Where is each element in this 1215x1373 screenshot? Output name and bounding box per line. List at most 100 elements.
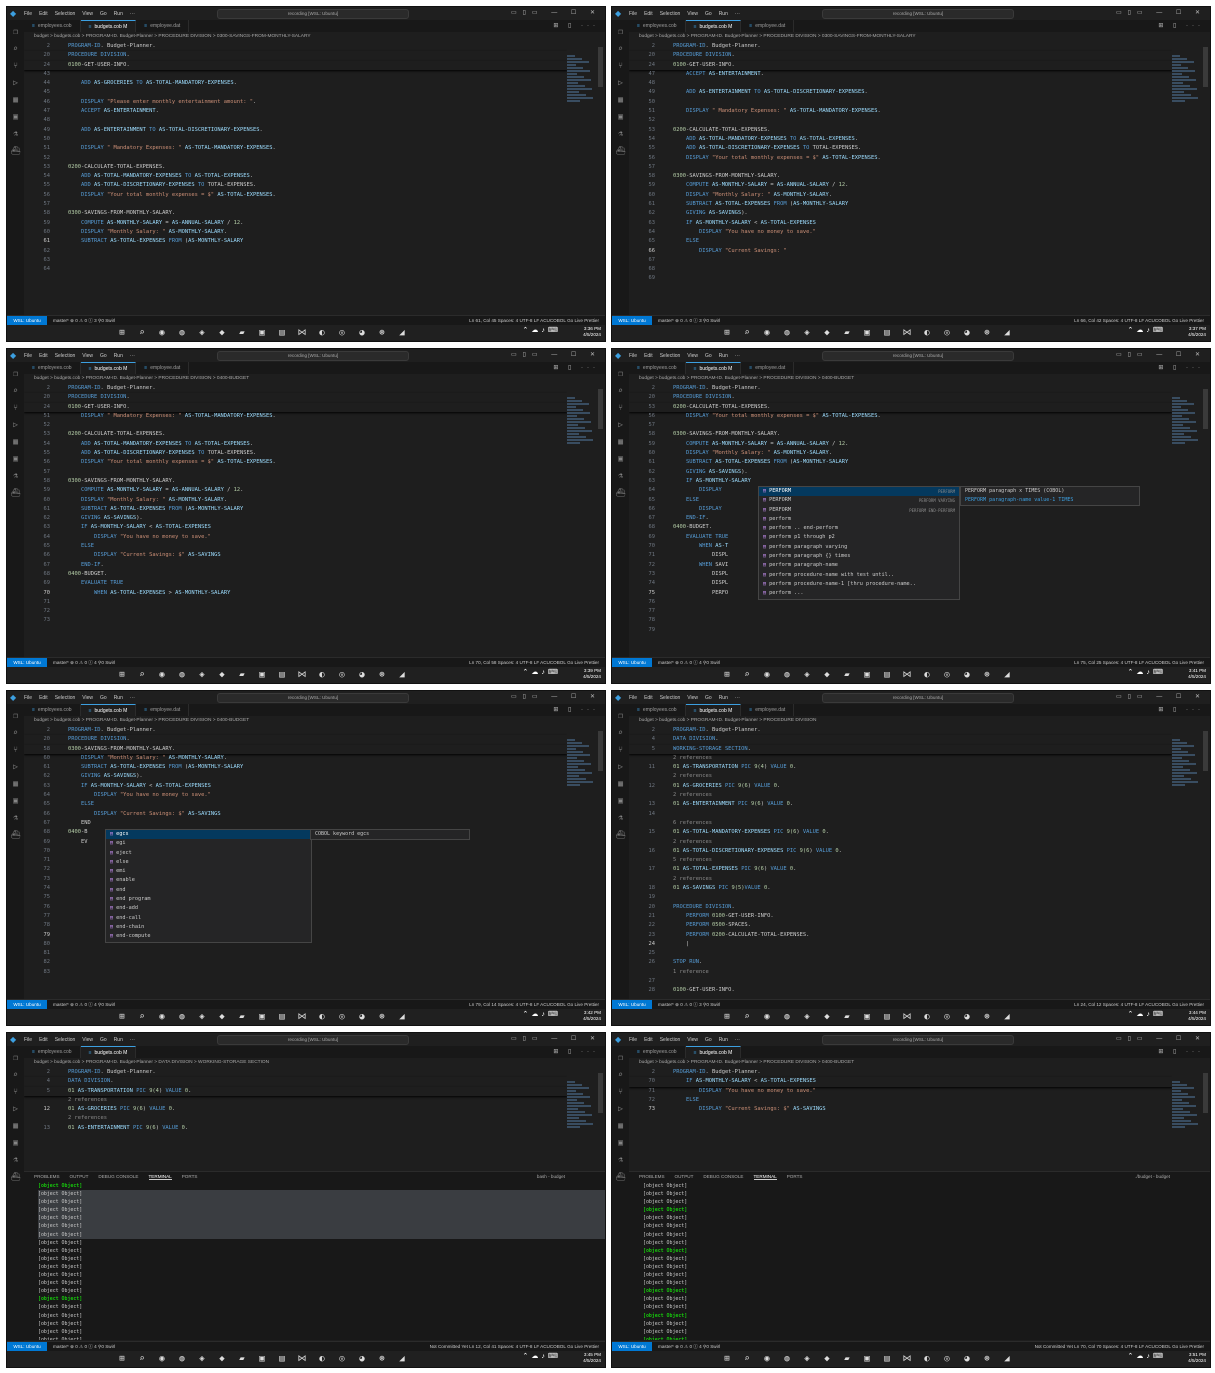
swirl-status[interactable]: Swirl [105,318,115,323]
editor-tab[interactable]: ≡ employees.cob [629,704,686,716]
app-icon[interactable]: ◕ [962,670,972,680]
app-icon[interactable]: ⊛ [377,670,387,680]
suggest-item[interactable]: ▤ end [106,886,311,895]
app-icon[interactable]: ▣ [862,1012,872,1022]
menu-item[interactable]: Run [114,353,123,359]
remote-explorer-icon[interactable]: ▣ [616,796,626,806]
minimap[interactable] [1172,397,1200,457]
app-icon[interactable]: ◆ [822,670,832,680]
extensions-icon[interactable]: ▦ [11,95,21,105]
menu-item[interactable]: Go [705,695,712,701]
command-center-search[interactable]: recording [WSL: Ubuntu] [217,351,409,361]
app-icon[interactable]: ◐ [317,670,327,680]
terminal[interactable]: [object Object] [object Object] [object Ob… [629,1182,1210,1340]
source-control-icon[interactable]: ⑂ [616,1087,626,1097]
problems-status[interactable]: ⊗ 0 ⚠ 0 ⓘ 4 [675,660,702,665]
editor-scrollbar[interactable] [1203,389,1208,429]
panel-tab[interactable]: OUTPUT [70,1174,89,1179]
editor-tab[interactable]: ≡ budgets.cob M [80,20,137,32]
testing-icon[interactable]: ⚗ [11,129,21,139]
branch-status[interactable]: master* [53,1344,69,1349]
menu-item[interactable]: Selection [660,353,681,359]
app-icon[interactable]: ◆ [822,1354,832,1364]
breadcrumb[interactable]: budget > budgets.cob > PROGRAM-ID. Budge… [24,716,605,726]
reference-codelens[interactable]: 5 references [673,857,712,863]
app-icon[interactable]: ▰ [237,670,247,680]
cursor-position[interactable]: Ln 75, Col 25 [1074,660,1101,665]
testing-icon[interactable]: ⚗ [11,1155,21,1165]
command-center-search[interactable]: recording [WSL: Ubuntu] [217,9,409,19]
ports-status[interactable]: ⚲0 [703,1344,709,1349]
terminal[interactable]: [object Object] [object Object] [object Ob… [24,1182,605,1340]
app-icon[interactable]: ▤ [277,670,287,680]
menu-item[interactable]: File [629,353,637,359]
vs-icon[interactable]: ⋈ [902,328,912,338]
app-icon[interactable]: ◍ [177,328,187,338]
extensions-icon[interactable]: ▦ [616,95,626,105]
app-icon[interactable]: ◍ [177,1354,187,1364]
app-icon[interactable]: ◐ [317,1012,327,1022]
editor-tab[interactable]: ≡ budgets.cob M [80,704,137,716]
app-icon[interactable]: ◍ [177,1012,187,1022]
docker-icon[interactable]: ⛴ [616,488,626,498]
branch-status[interactable]: master* [53,660,69,665]
run-debug-icon[interactable]: ▷ [11,420,21,430]
menu-item[interactable]: Go [100,1037,107,1043]
window-controls[interactable]: ▭▯▭ — ☐ ✕ [511,693,601,700]
language-mode[interactable]: ACUCOBOL [540,660,566,665]
code-editor[interactable]: 2 PROGRAM-ID. Budget-Planner. 20 PROCEDURE … [24,384,567,654]
app-icon[interactable]: ◆ [217,1354,227,1364]
go-live-button[interactable]: Go Live [567,1344,583,1349]
suggest-item[interactable]: ▤ end-add [106,904,311,913]
vscode-icon[interactable]: ◢ [1002,1012,1012,1022]
search-icon[interactable]: ⌕ [742,328,752,338]
app-icon[interactable]: ◕ [357,328,367,338]
app-icon[interactable]: ◈ [197,1012,207,1022]
run-debug-icon[interactable]: ▷ [11,762,21,772]
editor-tab[interactable]: ≡ employees.cob [629,20,686,32]
source-control-icon[interactable]: ⑂ [11,61,21,71]
prettier-status[interactable]: Prettier [584,318,599,323]
app-icon[interactable]: ◕ [962,328,972,338]
panel-tab[interactable]: DEBUG CONSOLE [703,1174,743,1179]
cursor-position[interactable]: Ln 66, Col 42 [1074,318,1101,323]
suggest-item[interactable]: ▤ perform paragraph varying [759,543,959,552]
remote-explorer-icon[interactable]: ▣ [11,796,21,806]
remote-explorer-icon[interactable]: ▣ [616,454,626,464]
problems-status[interactable]: ⊗ 0 ⚠ 0 ⓘ 3 [70,318,97,323]
start-icon[interactable]: ⊞ [722,1012,732,1022]
editor-actions[interactable]: ⊞ ▯ ··· [553,1046,599,1058]
extensions-icon[interactable]: ▦ [616,1121,626,1131]
go-live-button[interactable]: Go Live [567,660,583,665]
app-icon[interactable]: ◆ [217,1012,227,1022]
cursor-position[interactable]: Ln 12, Col 41 [469,1344,496,1349]
search-icon[interactable]: ⌕ [11,386,21,396]
menu-item[interactable]: Run [719,695,728,701]
suggest-item[interactable]: ▤ perform ... [759,589,959,598]
chrome-icon[interactable]: ◉ [157,670,167,680]
panel-tab[interactable]: OUTPUT [675,1174,694,1179]
explorer-icon[interactable]: ❐ [616,27,626,37]
suggest-item[interactable]: ▤ PERFORM PERFORM [759,487,959,497]
app-icon[interactable]: ◈ [802,670,812,680]
search-icon[interactable]: ⌕ [11,1070,21,1080]
suggest-item[interactable]: ▤ PERFORM PERFORM VARYING [759,496,959,505]
vscode-icon[interactable]: ◢ [1002,670,1012,680]
menu-item[interactable]: File [629,1037,637,1043]
edge-icon[interactable]: ◎ [337,1354,347,1364]
ports-status[interactable]: ⚲0 [703,660,709,665]
extensions-icon[interactable]: ▦ [11,1121,21,1131]
explorer-icon[interactable]: ❐ [11,1053,21,1063]
menu-item[interactable]: Edit [644,353,653,359]
docker-icon[interactable]: ⛴ [11,1172,21,1182]
source-control-icon[interactable]: ⑂ [11,1087,21,1097]
search-icon[interactable]: ⌕ [742,1012,752,1022]
suggest-item[interactable]: ▤ end-chain [106,923,311,932]
prettier-status[interactable]: Prettier [584,660,599,665]
docker-icon[interactable]: ⛴ [11,488,21,498]
app-icon[interactable]: ◕ [962,1354,972,1364]
encoding-status[interactable]: Spaces: 4 UTF-8 LF [1103,1002,1144,1007]
breadcrumb[interactable]: budget > budgets.cob > PROGRAM-ID. Budge… [24,32,605,42]
breadcrumb[interactable]: budget > budgets.cob > PROGRAM-ID. Budge… [629,32,1210,42]
start-icon[interactable]: ⊞ [117,670,127,680]
